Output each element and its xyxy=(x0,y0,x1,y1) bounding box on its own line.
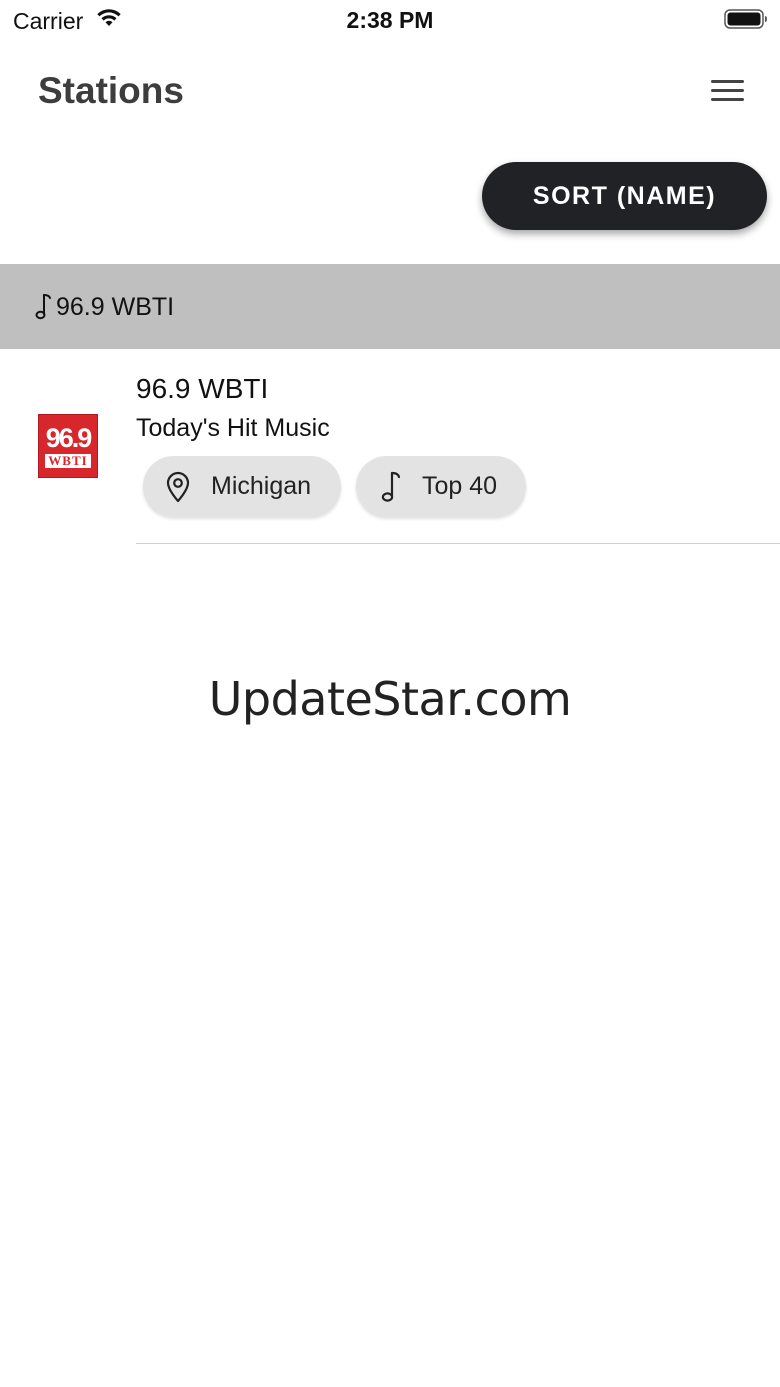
music-note-icon xyxy=(35,294,51,320)
genre-chip[interactable]: Top 40 xyxy=(356,456,526,517)
section-header: 96.9 WBTI xyxy=(0,264,780,349)
menu-button[interactable] xyxy=(702,72,752,112)
station-row[interactable]: 96.9 WBTI 96.9 WBTI Today's Hit Music Mi… xyxy=(0,349,780,544)
station-logo: 96.9 WBTI xyxy=(38,414,98,478)
music-note-icon xyxy=(381,471,401,502)
logo-frequency-text: 96.9 xyxy=(45,423,93,453)
section-title: 96.9 WBTI xyxy=(56,293,175,321)
station-tagline: Today's Hit Music xyxy=(136,414,330,442)
hamburger-menu-icon xyxy=(711,80,744,101)
watermark-text: UpdateStar.com xyxy=(208,672,572,726)
station-name: 96.9 WBTI xyxy=(136,373,269,404)
row-divider xyxy=(136,543,780,544)
page-title: Stations xyxy=(38,70,184,111)
location-chip-label: Michigan xyxy=(211,472,312,500)
sort-button[interactable]: SORT (NAME) xyxy=(482,162,767,230)
location-chip[interactable]: Michigan xyxy=(143,456,341,517)
battery-icon xyxy=(724,9,767,29)
logo-callsign-text: WBTI xyxy=(45,454,91,468)
location-pin-icon xyxy=(166,471,190,502)
genre-chip-label: Top 40 xyxy=(422,472,498,500)
clock: 2:38 PM xyxy=(346,7,434,33)
status-bar: Carrier 2:38 PM xyxy=(0,0,780,40)
